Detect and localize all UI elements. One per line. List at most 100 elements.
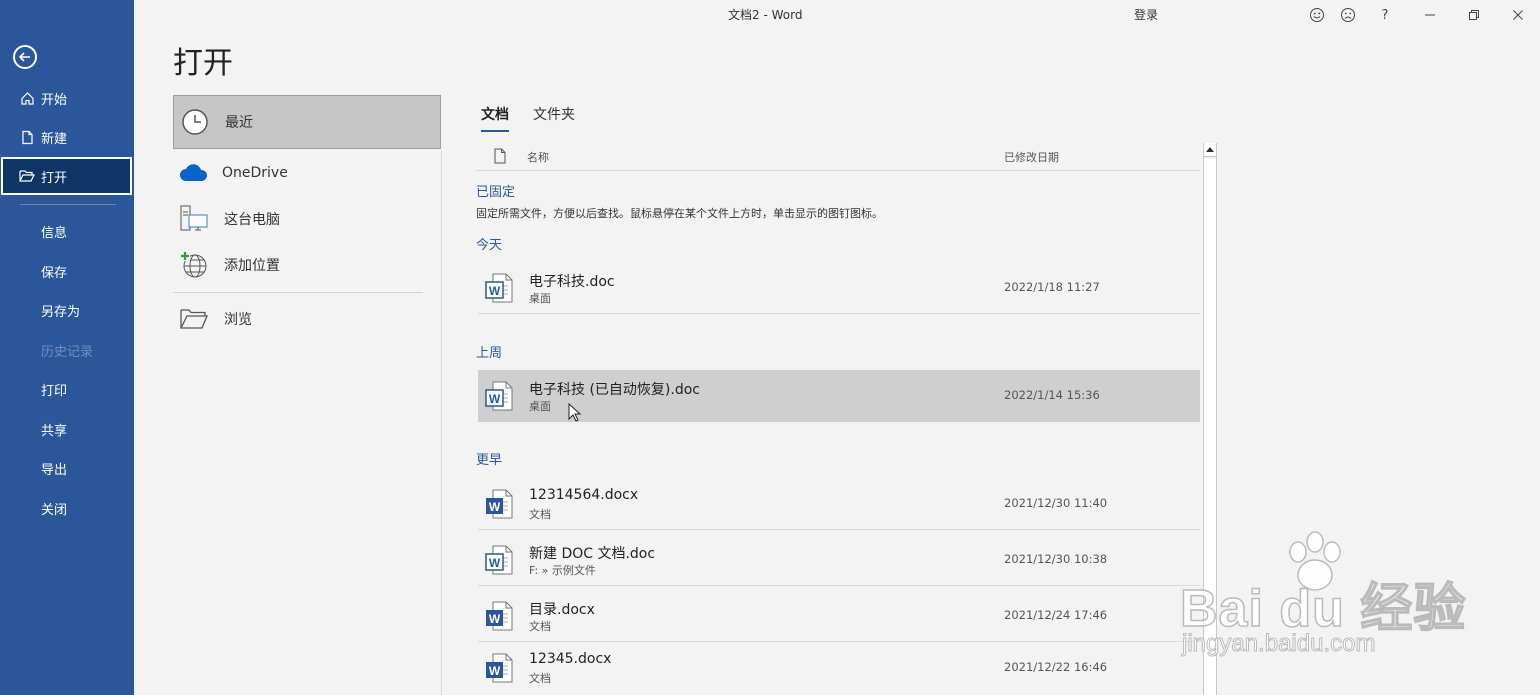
svg-text:W: W bbox=[489, 392, 501, 406]
close-icon[interactable] bbox=[1508, 5, 1528, 25]
group-today: 今天 bbox=[476, 238, 503, 253]
file-row[interactable]: W 电子科技 (已自动恢复).doc 桌面 2022/1/14 15:36 bbox=[478, 370, 1200, 422]
column-modified[interactable]: 已修改日期 bbox=[1004, 149, 1059, 165]
page-title: 打开 bbox=[173, 46, 233, 81]
file-name: 12345.docx bbox=[529, 651, 612, 667]
group-last-week: 上周 bbox=[476, 346, 503, 361]
nav-open[interactable]: 打开 bbox=[1, 157, 132, 195]
nav-label: 历史记录 bbox=[41, 344, 94, 360]
nav-history: 历史记录 bbox=[0, 331, 134, 369]
login-link[interactable]: 登录 bbox=[1134, 6, 1158, 23]
nav-label: 打印 bbox=[41, 383, 68, 399]
nav-label: 关闭 bbox=[41, 502, 68, 518]
nav-home[interactable]: 开始 bbox=[0, 79, 134, 117]
svg-text:W: W bbox=[489, 500, 501, 514]
baidu-watermark: Bai du 经验 jingyan.baidu.com bbox=[1179, 530, 1470, 690]
file-name: 12314564.docx bbox=[529, 487, 639, 503]
file-row[interactable]: W 目录.docx 文档 2021/12/24 17:46 bbox=[478, 590, 1200, 642]
nav-divider bbox=[20, 204, 116, 205]
file-name: 目录.docx bbox=[529, 602, 595, 618]
file-name: 电子科技.doc bbox=[529, 274, 615, 290]
new-document-icon bbox=[19, 129, 35, 145]
mouse-cursor-icon bbox=[568, 403, 582, 422]
column-name[interactable]: 名称 bbox=[527, 149, 549, 165]
file-tabs: 文档 文件夹 bbox=[481, 104, 575, 132]
file-date: 2021/12/30 10:38 bbox=[1004, 552, 1108, 566]
location-label: 这台电脑 bbox=[224, 212, 280, 228]
nav-label: 保存 bbox=[41, 265, 68, 281]
minimize-icon[interactable] bbox=[1420, 5, 1440, 25]
file-row[interactable]: W 电子科技.doc 桌面 2022/1/18 11:27 bbox=[478, 262, 1200, 314]
file-name: 电子科技 (已自动恢复).doc bbox=[529, 382, 700, 398]
location-add-place[interactable]: 添加位置 bbox=[173, 245, 441, 285]
help-button[interactable]: ? bbox=[1375, 5, 1395, 25]
computer-icon bbox=[179, 204, 209, 234]
frown-feedback-icon[interactable] bbox=[1338, 5, 1358, 25]
scroll-up-button[interactable] bbox=[1204, 143, 1216, 157]
file-location: 文档 bbox=[529, 620, 551, 633]
open-folder-icon bbox=[19, 168, 35, 184]
nav-save-as[interactable]: 另存为 bbox=[0, 291, 134, 329]
restore-icon[interactable] bbox=[1464, 5, 1484, 25]
file-date: 2022/1/18 11:27 bbox=[1004, 280, 1100, 294]
location-divider bbox=[173, 292, 423, 293]
file-row[interactable]: W 12345.docx 文档 2021/12/22 16:46 bbox=[478, 642, 1200, 695]
pinned-hint: 固定所需文件，方便以后查找。鼠标悬停在某个文件上方时，单击显示的图钉图标。 bbox=[476, 207, 883, 220]
word-doc-icon: W bbox=[484, 272, 514, 304]
file-date: 2021/12/30 11:40 bbox=[1004, 496, 1108, 510]
backstage-nav: 开始 新建 打开 信息 保存 另存为 历史记录 打印 共享 导出 关闭 bbox=[0, 0, 134, 695]
watermark-brand: Bai du 经验 bbox=[1179, 579, 1467, 639]
svg-text:W: W bbox=[489, 284, 501, 298]
window-title: 文档2 - Word bbox=[728, 8, 803, 22]
paw-logo-icon bbox=[1289, 531, 1341, 591]
svg-text:W: W bbox=[489, 664, 501, 678]
file-list-header: 名称 已修改日期 bbox=[476, 143, 1200, 171]
nav-share[interactable]: 共享 bbox=[0, 410, 134, 448]
pinned-heading: 已固定 bbox=[476, 185, 516, 200]
location-label: 浏览 bbox=[224, 312, 252, 328]
location-onedrive[interactable]: OneDrive bbox=[173, 153, 441, 193]
word-docx-icon: W bbox=[484, 600, 514, 632]
tab-documents[interactable]: 文档 bbox=[481, 104, 509, 132]
file-date: 2021/12/22 16:46 bbox=[1004, 660, 1108, 674]
file-location: F: » 示例文件 bbox=[529, 564, 596, 577]
column-divider bbox=[441, 150, 442, 695]
nav-info[interactable]: 信息 bbox=[0, 212, 134, 250]
nav-label: 新建 bbox=[41, 131, 68, 147]
nav-export[interactable]: 导出 bbox=[0, 449, 134, 487]
file-location: 文档 bbox=[529, 508, 551, 521]
file-row[interactable]: W 新建 DOC 文档.doc F: » 示例文件 2021/12/30 10:… bbox=[478, 534, 1200, 586]
cloud-icon bbox=[179, 158, 209, 188]
svg-text:W: W bbox=[489, 556, 501, 570]
file-date: 2021/12/24 17:46 bbox=[1004, 608, 1108, 622]
location-browse[interactable]: 浏览 bbox=[173, 299, 441, 339]
nav-print[interactable]: 打印 bbox=[0, 370, 134, 408]
file-location: 文档 bbox=[529, 672, 551, 685]
file-type-icon bbox=[493, 148, 507, 167]
word-docx-icon: W bbox=[484, 652, 514, 684]
scroll-thumb[interactable] bbox=[1204, 159, 1216, 695]
location-recent[interactable]: 最近 bbox=[173, 95, 441, 149]
nav-new[interactable]: 新建 bbox=[0, 118, 134, 156]
title-bar: 文档2 - Word bbox=[134, 0, 1540, 30]
word-doc-icon: W bbox=[484, 380, 514, 412]
word-doc-icon: W bbox=[484, 544, 514, 576]
location-this-pc[interactable]: 这台电脑 bbox=[173, 199, 441, 239]
back-button[interactable] bbox=[13, 45, 37, 69]
file-list-scrollbar[interactable] bbox=[1203, 143, 1217, 695]
home-icon bbox=[19, 90, 35, 106]
clock-icon bbox=[180, 107, 210, 137]
nav-label: 导出 bbox=[41, 462, 68, 478]
nav-label: 共享 bbox=[41, 423, 68, 439]
nav-close[interactable]: 关闭 bbox=[0, 489, 134, 527]
nav-save[interactable]: 保存 bbox=[0, 252, 134, 290]
location-label: 添加位置 bbox=[224, 258, 280, 274]
smile-feedback-icon[interactable] bbox=[1307, 5, 1327, 25]
file-row[interactable]: W 12314564.docx 文档 2021/12/30 11:40 bbox=[478, 478, 1200, 530]
file-location: 桌面 bbox=[529, 400, 551, 413]
nav-label: 开始 bbox=[41, 92, 68, 108]
group-earlier: 更早 bbox=[476, 453, 503, 468]
chevron-up-icon bbox=[1206, 147, 1214, 152]
word-docx-icon: W bbox=[484, 488, 514, 520]
tab-folders[interactable]: 文件夹 bbox=[533, 104, 575, 130]
